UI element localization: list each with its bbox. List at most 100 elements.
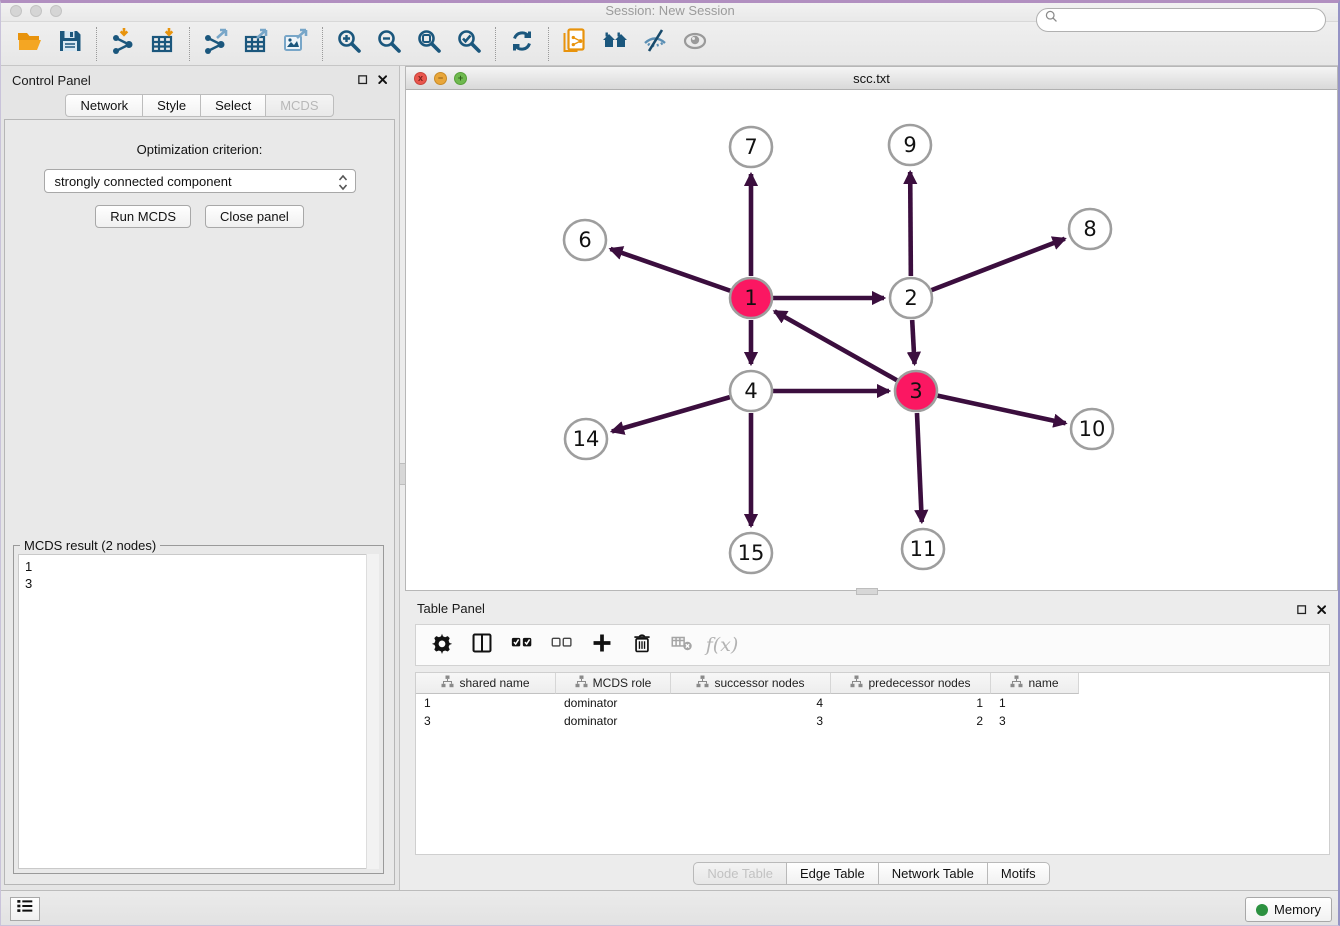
show-all-button[interactable] [675, 26, 715, 62]
memory-button[interactable]: Memory [1245, 897, 1332, 922]
export-table-icon [243, 28, 269, 59]
edge-1-6[interactable] [610, 249, 730, 291]
select-all-columns-button[interactable] [504, 628, 540, 662]
import-network-button[interactable] [103, 26, 143, 62]
horizontal-splitter-handle[interactable] [856, 588, 878, 595]
list-icon [15, 897, 35, 922]
table-row[interactable]: 3dominator323 [416, 714, 1329, 730]
table-cell[interactable]: 2 [831, 714, 991, 730]
node-7[interactable]: 7 [730, 127, 772, 167]
column-header-successor-nodes[interactable]: successor nodes [671, 673, 831, 694]
result-scrollbar[interactable] [366, 554, 379, 869]
node-6[interactable]: 6 [564, 220, 606, 260]
node-label: 11 [910, 537, 937, 561]
mcds-result-item[interactable]: 3 [25, 575, 372, 592]
table-row[interactable]: 1dominator411 [416, 696, 1329, 712]
mcds-result-item[interactable]: 1 [25, 558, 372, 575]
import-table-button[interactable] [143, 26, 183, 62]
table-panel: Table Panel f(x) shared nameMCDS rolesuc… [405, 596, 1338, 890]
create-column-button[interactable] [584, 628, 620, 662]
delete-column-button[interactable] [624, 628, 660, 662]
edge-4-14[interactable] [612, 397, 730, 431]
table-cell[interactable]: 1 [991, 696, 1079, 712]
hide-selected-button[interactable] [635, 26, 675, 62]
edge-2-8[interactable] [932, 239, 1065, 290]
tab-mcds[interactable]: MCDS [265, 94, 333, 117]
close-panel-button[interactable]: Close panel [205, 205, 304, 228]
first-neighbors-button[interactable] [595, 26, 635, 62]
zoom-fit-button[interactable] [409, 26, 449, 62]
optimization-criterion-select[interactable]: strongly connected component [44, 169, 356, 193]
table-cell[interactable]: 3 [416, 714, 556, 730]
edge-2-9[interactable] [910, 172, 911, 276]
node-14[interactable]: 14 [565, 419, 607, 459]
table-toolbar: f(x) [415, 624, 1330, 666]
column-header-name[interactable]: name [991, 673, 1079, 694]
tab-style[interactable]: Style [142, 94, 200, 117]
node-15[interactable]: 15 [730, 533, 772, 573]
tab-select[interactable]: Select [200, 94, 265, 117]
table-cell[interactable]: dominator [556, 714, 671, 730]
node-label: 9 [903, 133, 916, 157]
node-label: 15 [738, 541, 765, 565]
table-settings-button[interactable] [424, 628, 460, 662]
node-1[interactable]: 1 [730, 278, 772, 318]
network-from-selection-button[interactable] [555, 26, 595, 62]
save-session-button[interactable] [50, 26, 90, 62]
close-table-panel-icon[interactable] [1317, 603, 1328, 621]
export-network-button[interactable] [196, 26, 236, 62]
export-image-button[interactable] [276, 26, 316, 62]
node-10[interactable]: 10 [1071, 409, 1113, 449]
column-header-MCDS-role[interactable]: MCDS role [556, 673, 671, 694]
node-3[interactable]: 3 [895, 371, 937, 411]
deselect-all-columns-button[interactable] [544, 628, 580, 662]
hide-selected-icon [642, 28, 668, 59]
edge-3-11[interactable] [917, 413, 922, 522]
search-box[interactable] [1036, 8, 1326, 32]
mcds-result-list[interactable]: 13 [18, 554, 379, 869]
edge-3-1[interactable] [775, 311, 897, 380]
tab-node-table[interactable]: Node Table [693, 862, 786, 885]
table-cell[interactable]: 1 [831, 696, 991, 712]
network-canvas[interactable]: 7 9 6 8 1 2 4 3 14 10 15 11 [406, 90, 1337, 590]
search-input[interactable] [1062, 10, 1325, 30]
table-cell[interactable]: 3 [671, 714, 831, 730]
column-header-shared-name[interactable]: shared name [416, 673, 556, 694]
table-cell[interactable]: 3 [991, 714, 1079, 730]
node-9[interactable]: 9 [889, 125, 931, 165]
edge-3-10[interactable] [938, 396, 1066, 424]
table-cell[interactable]: 1 [416, 696, 556, 712]
node-4[interactable]: 4 [730, 371, 772, 411]
tab-network[interactable]: Network [65, 94, 142, 117]
task-history-button[interactable] [10, 897, 40, 921]
node-2[interactable]: 2 [890, 278, 932, 318]
vertical-splitter-handle[interactable] [399, 463, 406, 485]
zoom-selected-icon [456, 28, 482, 59]
mcds-result-box: MCDS result (2 nodes) 13 [13, 545, 384, 874]
create-column-icon [591, 632, 613, 659]
run-mcds-button[interactable]: Run MCDS [95, 205, 191, 228]
tab-edge-table[interactable]: Edge Table [786, 862, 878, 885]
node-8[interactable]: 8 [1069, 209, 1111, 249]
node-label: 8 [1083, 217, 1096, 241]
zoom-in-button[interactable] [329, 26, 369, 62]
tab-motifs[interactable]: Motifs [987, 862, 1050, 885]
zoom-selected-button[interactable] [449, 26, 489, 62]
table-cell[interactable]: dominator [556, 696, 671, 712]
float-table-panel-icon[interactable] [1297, 603, 1308, 621]
column-header-predecessor-nodes[interactable]: predecessor nodes [831, 673, 991, 694]
toggle-columns-button[interactable] [464, 628, 500, 662]
table-cell[interactable]: 4 [671, 696, 831, 712]
zoom-out-button[interactable] [369, 26, 409, 62]
close-panel-icon[interactable] [378, 73, 389, 91]
export-table-button[interactable] [236, 26, 276, 62]
status-bar: Memory [0, 890, 1340, 926]
apply-layout-button[interactable] [502, 26, 542, 62]
open-session-button[interactable] [10, 26, 50, 62]
toolbar-separator [96, 27, 97, 61]
edge-2-3[interactable] [912, 320, 914, 364]
tab-network-table[interactable]: Network Table [878, 862, 987, 885]
node-11[interactable]: 11 [902, 529, 944, 569]
network-window-titlebar[interactable]: x − + scc.txt [406, 67, 1337, 90]
float-panel-icon[interactable] [358, 73, 369, 91]
